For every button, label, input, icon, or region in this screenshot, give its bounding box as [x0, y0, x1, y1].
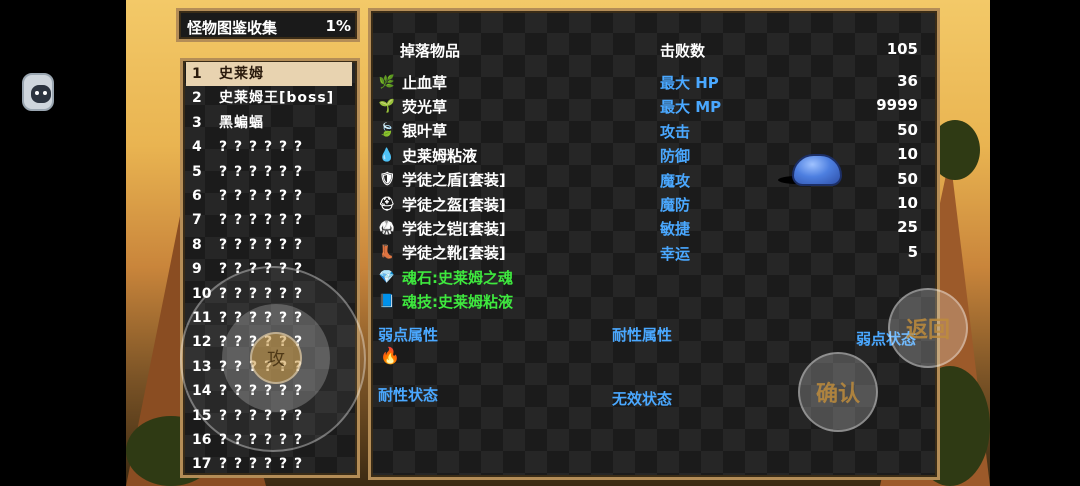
monster-name: 黑蝙蝠 — [219, 114, 264, 131]
stat-label: 魔攻 — [660, 171, 691, 190]
monster-name: ? ? ? ? ? ? — [219, 456, 304, 473]
stat-value: 25 — [897, 218, 918, 237]
drop-item: 🌿 止血草 — [378, 70, 447, 94]
drop-item: 🥋 学徒之铠[套装] — [378, 216, 506, 240]
boots-icon: 👢 — [378, 245, 396, 261]
back-button[interactable]: 返回 — [888, 288, 968, 368]
monster-number: 5 — [192, 163, 202, 180]
monster-list-item[interactable]: 2 史莱姆王[boss] — [186, 86, 352, 110]
stat-label: 最大 HP — [660, 74, 719, 92]
monster-number: 9 — [192, 261, 202, 278]
stat-label: 敏捷 — [660, 220, 691, 239]
drop-item-name: 止血草 — [402, 73, 448, 92]
armor-icon: 🥋 — [378, 220, 396, 236]
monster-list-item[interactable]: 3 黑蝙蝠 — [186, 111, 352, 135]
monster-name: ? ? ? ? ? ? — [219, 188, 304, 204]
monster-name: ? ? ? ? ? ? — [219, 212, 304, 229]
collection-header: 怪物图鉴收集 1% — [176, 8, 360, 42]
drop-item-name: 学徒之盔[套装] — [402, 195, 506, 214]
monster-list-item[interactable]: 5 ? ? ? ? ? ? — [186, 160, 352, 184]
monster-number: 6 — [192, 188, 202, 204]
drop-item-name: 学徒之铠[套装] — [402, 219, 506, 238]
monster-list-item[interactable]: 8 ? ? ? ? ? ? — [186, 233, 352, 257]
joystick-knob[interactable]: 攻 — [250, 332, 302, 384]
monster-number: 3 — [192, 114, 202, 131]
monster-name: ? ? ? ? ? ? — [219, 163, 304, 180]
drop-item-name: 银叶草 — [402, 122, 448, 141]
stat-label: 防御 — [660, 147, 691, 166]
defeat-value: 105 — [886, 40, 918, 58]
drop-item-name: 史莱姆粘液 — [402, 146, 478, 165]
monster-number: 1 — [192, 66, 202, 82]
defeat-label: 击败数 — [660, 42, 706, 60]
soulstone-icon: 💎 — [378, 269, 396, 285]
drop-item: 🛡 学徒之盾[套装] — [378, 168, 506, 192]
stat-value: 50 — [897, 169, 918, 188]
helmet-icon: ⛑ — [378, 196, 396, 212]
collection-title: 怪物图鉴收集 — [187, 19, 278, 37]
immune-state-label: 无效状态 — [612, 390, 673, 408]
left-black-bar — [0, 0, 126, 486]
glowgrass-icon: 🌱 — [378, 98, 396, 114]
slime-sprite — [792, 154, 842, 186]
monster-name: 史莱姆 — [219, 66, 264, 82]
slime-drop-icon: 💧 — [378, 147, 396, 163]
drop-item: 💎 魂石:史莱姆之魂 — [378, 265, 513, 289]
drop-item-name: 学徒之盾[套装] — [402, 171, 506, 190]
drop-item-name: 魂石:史莱姆之魂 — [402, 268, 513, 287]
resist-attr-label: 耐性属性 — [612, 326, 673, 344]
monster-number: 16 — [192, 432, 212, 448]
back-button-label: 返回 — [905, 318, 950, 343]
stat-value: 10 — [897, 194, 918, 212]
monster-list-item[interactable]: 4 ? ? ? ? ? ? — [186, 135, 352, 159]
drop-item: 🌱 荧光草 — [378, 94, 447, 118]
confirm-button-label: 确认 — [815, 382, 860, 407]
monster-name: ? ? ? ? ? ? — [219, 236, 304, 253]
stat-value: 36 — [897, 72, 918, 90]
drop-item: 🍃 银叶草 — [378, 119, 447, 143]
drop-item: 📘 魂技:史莱姆粘液 — [378, 290, 513, 314]
stat-value: 50 — [897, 120, 918, 139]
monster-number: 2 — [192, 90, 202, 107]
resist-state-label: 耐性状态 — [378, 386, 439, 404]
monster-number: 17 — [192, 456, 212, 473]
drops-label: 掉落物品 — [400, 42, 461, 60]
collection-percent: 1% — [325, 17, 351, 35]
stat-label: 魔防 — [660, 196, 691, 214]
silverleaf-icon: 🍃 — [378, 123, 396, 139]
joystick-knob-label: 攻 — [267, 349, 285, 370]
skillbook-icon: 📘 — [378, 294, 396, 310]
floating-assistant-button[interactable] — [22, 73, 54, 111]
drop-item-name: 荧光草 — [402, 97, 448, 116]
robot-face-icon — [31, 85, 51, 103]
stat-value: 10 — [897, 145, 918, 164]
monster-name: ? ? ? ? ? ? — [219, 139, 304, 156]
drop-item-name: 魂技:史莱姆粘液 — [402, 293, 513, 312]
drop-item: 👢 学徒之靴[套装] — [378, 241, 506, 265]
monster-list-item[interactable]: 1 史莱姆 — [186, 62, 352, 86]
stat-label: 最大 MP — [660, 98, 722, 117]
shield-icon: 🛡 — [378, 172, 396, 188]
fire-icon: 🔥 — [380, 346, 400, 365]
monster-number: 8 — [192, 236, 202, 253]
monster-list-item[interactable]: 17 ? ? ? ? ? ? — [186, 452, 352, 476]
monster-number: 4 — [192, 139, 202, 156]
herb-icon: 🌿 — [378, 74, 396, 90]
confirm-button[interactable]: 确认 — [798, 352, 878, 432]
stat-label: 攻击 — [660, 122, 691, 141]
drop-item: ⛑ 学徒之盔[套装] — [378, 192, 506, 216]
weak-attr-label: 弱点属性 — [378, 326, 439, 344]
monster-number: 7 — [192, 212, 202, 229]
stat-value: 5 — [907, 242, 918, 261]
monster-list-item[interactable]: 7 ? ? ? ? ? ? — [186, 208, 352, 232]
stat-value: 9999 — [876, 96, 918, 115]
monster-list-item[interactable]: 6 ? ? ? ? ? ? — [186, 184, 352, 208]
drop-item-name: 学徒之靴[套装] — [402, 244, 506, 263]
drop-item: 💧 史莱姆粘液 — [378, 143, 477, 167]
stat-label: 幸运 — [660, 244, 691, 263]
monster-name: 史莱姆王[boss] — [219, 90, 335, 107]
